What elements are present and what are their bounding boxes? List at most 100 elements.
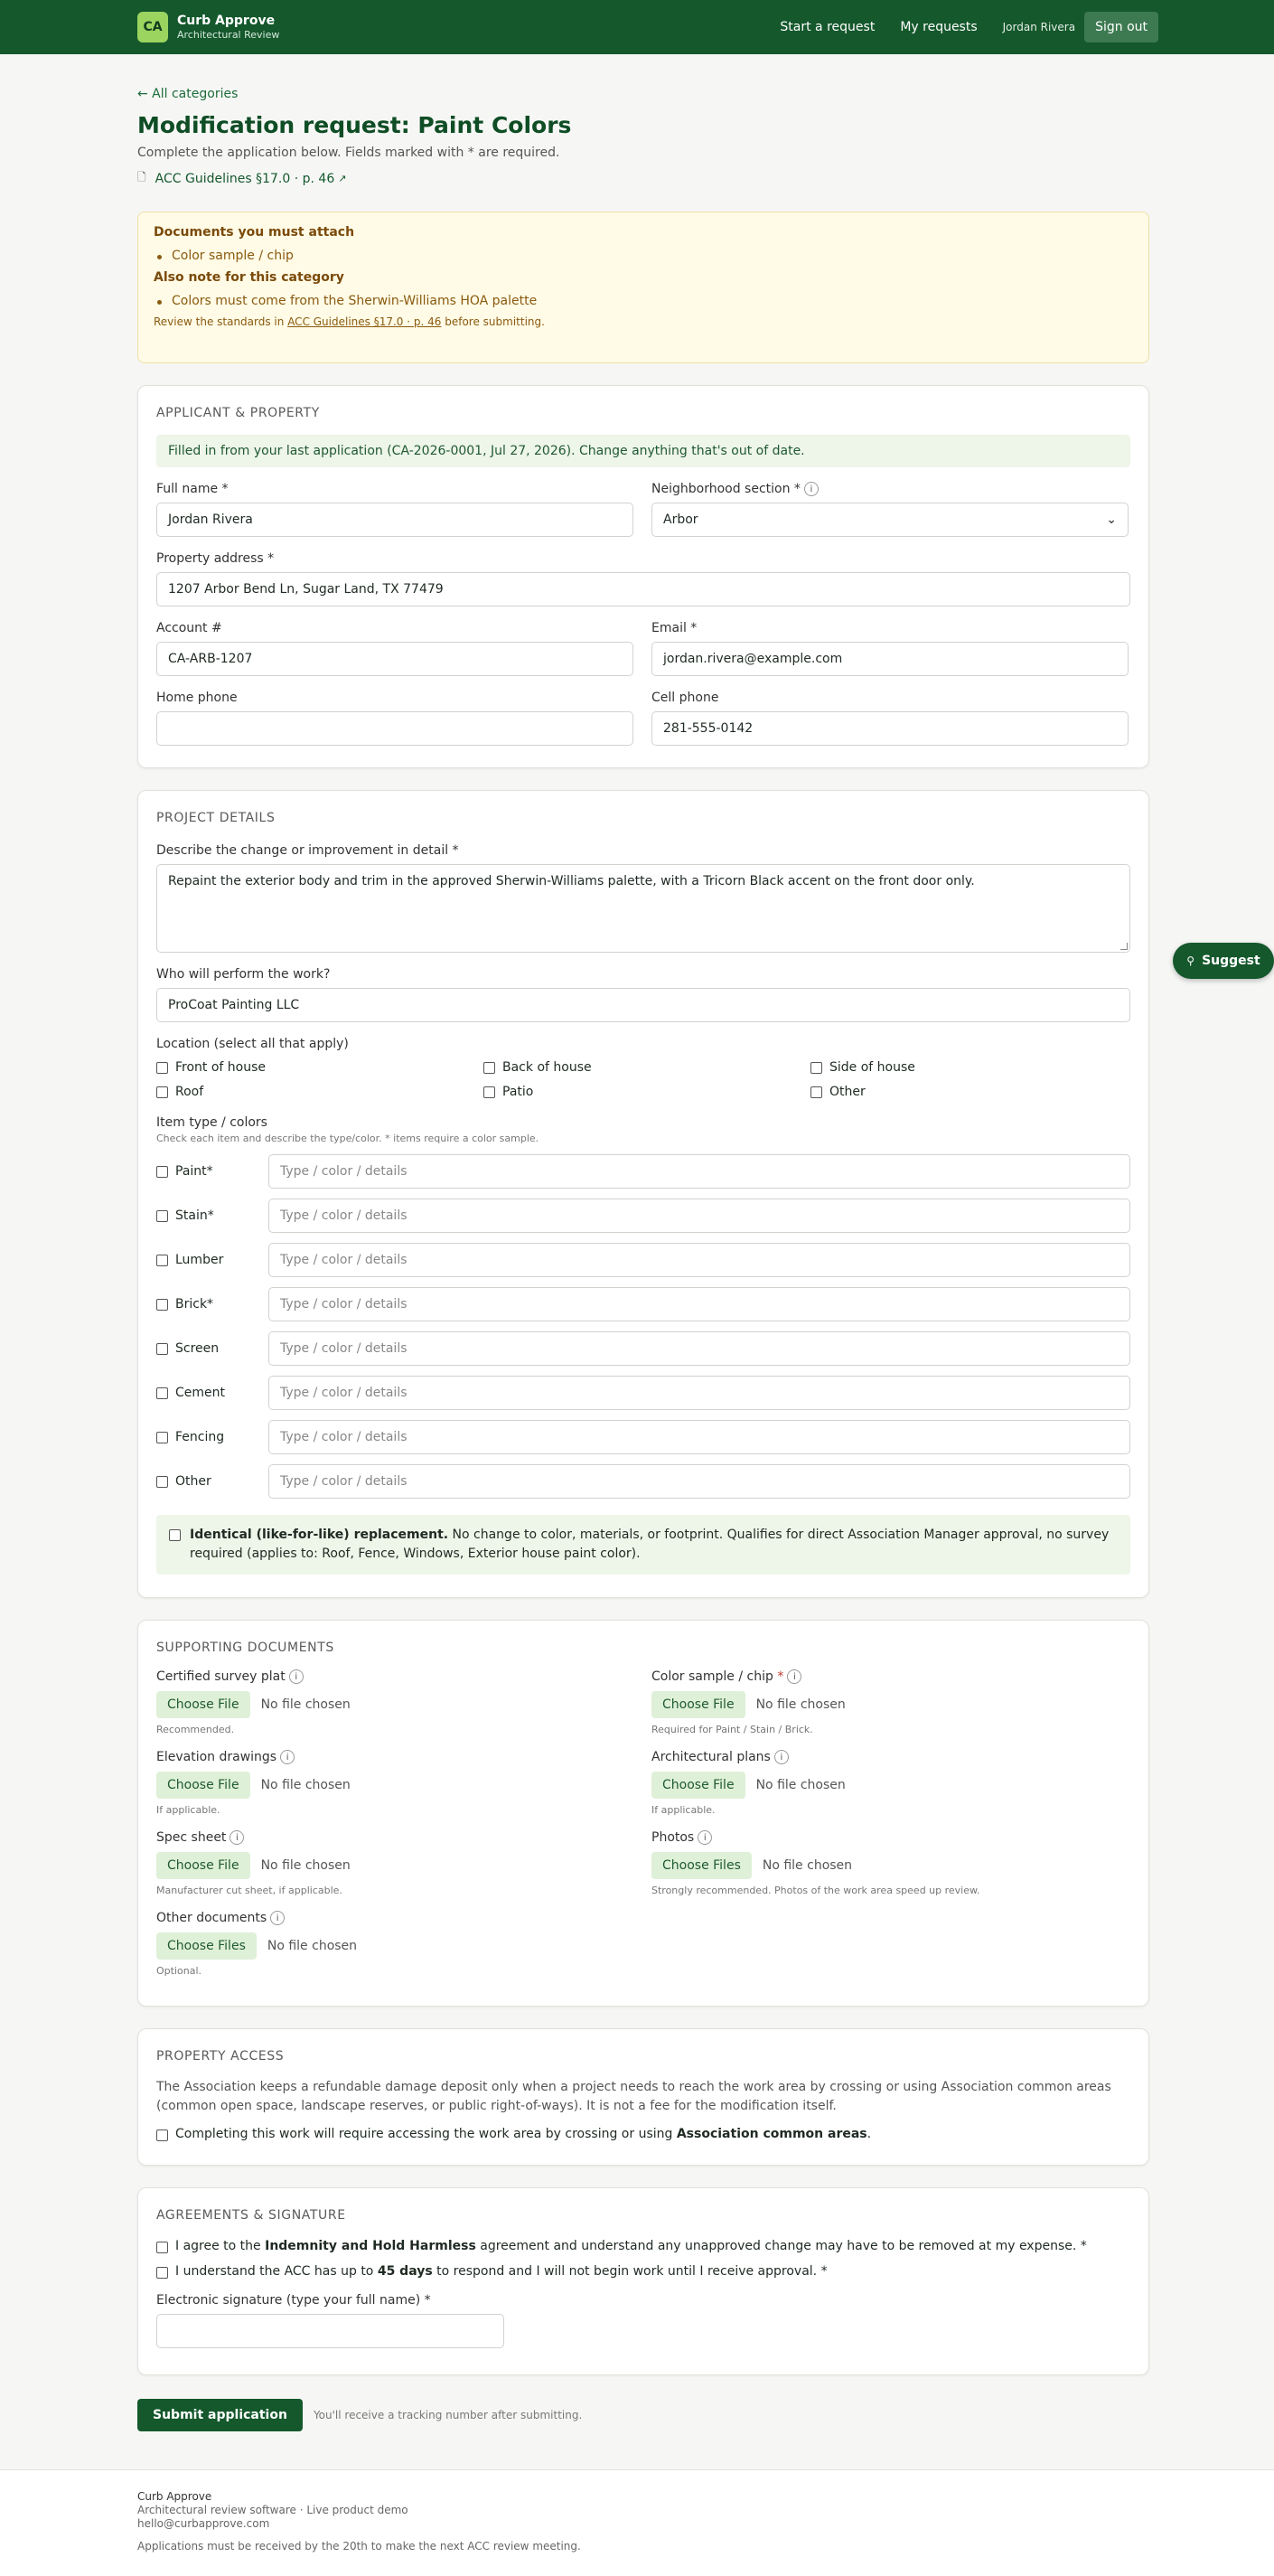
submit-row: Submit application You'll receive a trac…: [137, 2399, 1149, 2431]
info-icon[interactable]: i: [787, 1669, 802, 1684]
field-label: Neighborhood section * i: [651, 482, 1129, 496]
checkbox[interactable]: [156, 1165, 168, 1178]
indemnity-agreement[interactable]: I agree to the Indemnity and Hold Harmle…: [156, 2239, 1130, 2253]
item-details-input[interactable]: Type / color / details: [268, 1154, 1130, 1189]
checkbox[interactable]: [156, 1086, 168, 1098]
info-icon[interactable]: i: [803, 482, 819, 496]
performer-input[interactable]: ProCoat Painting LLC: [156, 988, 1130, 1022]
info-icon[interactable]: i: [280, 1750, 295, 1764]
field-label: Home phone: [156, 691, 238, 705]
location-side[interactable]: Side of house: [810, 1060, 1114, 1075]
item-row-stain: Stain* Type / color / details: [156, 1199, 1130, 1233]
checkbox[interactable]: [483, 1086, 495, 1098]
section-heading: Supporting Documents: [156, 1641, 334, 1655]
upload-color-sample: Color sample / chip * i Choose File No fil…: [651, 1669, 846, 1735]
info-icon[interactable]: i: [773, 1750, 789, 1764]
description-textarea[interactable]: Repaint the exterior body and trim in th…: [156, 864, 1130, 953]
external-link-icon: ↗: [338, 173, 347, 184]
footer: Curb Approve Architectural review softwa…: [0, 2469, 1274, 2576]
signout-button[interactable]: Sign out: [1084, 12, 1158, 42]
field-label: Full name *: [156, 482, 229, 496]
item-details-input[interactable]: Type / color / details: [268, 1287, 1130, 1321]
item-row-fencing: Fencing Type / color / details: [156, 1420, 1130, 1454]
info-icon[interactable]: i: [698, 1830, 713, 1845]
location-patio[interactable]: Patio: [483, 1085, 810, 1099]
footer-brand: Curb Approve: [137, 2490, 212, 2503]
submit-button[interactable]: Submit application: [137, 2399, 303, 2431]
item-row-screen: Screen Type / color / details: [156, 1331, 1130, 1366]
location-roof[interactable]: Roof: [156, 1085, 483, 1099]
checkbox[interactable]: [156, 1298, 168, 1311]
location-front[interactable]: Front of house: [156, 1060, 483, 1075]
section-heading: Applicant & Property: [156, 406, 320, 420]
app-name: Curb Approve: [177, 13, 276, 28]
checkbox[interactable]: [156, 1254, 168, 1266]
neighborhood-section-select[interactable]: Arbor ⌄: [651, 503, 1129, 537]
itemtype-hint: Check each item and describe the type/co…: [156, 1133, 539, 1144]
choose-files-button[interactable]: Choose Files: [651, 1852, 752, 1879]
nav-start-request[interactable]: Start a request: [780, 20, 875, 34]
nav-links: Start a request My requests Jordan River…: [754, 12, 1158, 42]
agreements-section: Agreements & Signature I agree to the In…: [137, 2187, 1149, 2375]
choose-file-button[interactable]: Choose File: [156, 1691, 250, 1718]
info-icon[interactable]: i: [288, 1669, 304, 1684]
checkbox[interactable]: [156, 1431, 168, 1443]
choose-files-button[interactable]: Choose Files: [156, 1932, 257, 1960]
common-area-access-option[interactable]: Completing this work will require access…: [156, 2127, 1130, 2141]
checkbox[interactable]: [156, 1061, 168, 1074]
checkbox[interactable]: [156, 1387, 168, 1399]
home-phone-input[interactable]: [156, 711, 633, 746]
checkbox[interactable]: [810, 1061, 822, 1074]
choose-file-button[interactable]: Choose File: [651, 1691, 745, 1718]
item-details-input[interactable]: Type / color / details: [268, 1420, 1130, 1454]
checkbox[interactable]: [156, 1475, 168, 1488]
choose-file-button[interactable]: Choose File: [156, 1852, 250, 1879]
checkbox[interactable]: [483, 1061, 495, 1074]
choose-file-button[interactable]: Choose File: [156, 1772, 250, 1799]
item-details-input[interactable]: Type / color / details: [268, 1243, 1130, 1277]
upload-elevation-drawings: Elevation drawings i Choose File No file c…: [156, 1750, 351, 1816]
lightbulb-icon: ⚲: [1186, 954, 1195, 967]
field-label: Email *: [651, 621, 698, 635]
back-link[interactable]: ← All categories: [137, 87, 1149, 101]
field-label: Location (select all that apply): [156, 1037, 349, 1051]
checkbox[interactable]: [169, 1529, 181, 1541]
location-back[interactable]: Back of house: [483, 1060, 810, 1075]
item-details-input[interactable]: Type / color / details: [268, 1199, 1130, 1233]
full-name-input[interactable]: Jordan Rivera: [156, 503, 633, 537]
location-other[interactable]: Other: [810, 1085, 1114, 1099]
property-address-input[interactable]: 1207 Arbor Bend Ln, Sugar Land, TX 77479: [156, 572, 1130, 606]
info-icon[interactable]: i: [230, 1830, 245, 1845]
account-number-input[interactable]: CA-ARB-1207: [156, 642, 633, 676]
checkbox[interactable]: [156, 2242, 168, 2253]
upload-survey-plat: Certified survey plat i Choose File No fil…: [156, 1669, 351, 1735]
item-details-input[interactable]: Type / color / details: [268, 1376, 1130, 1410]
applicant-section: Applicant & Property Filled in from your…: [137, 385, 1149, 768]
identical-replacement-option[interactable]: Identical (like-for-like) replacement. N…: [156, 1515, 1130, 1575]
nav-my-requests[interactable]: My requests: [900, 20, 977, 34]
item-details-input[interactable]: Type / color / details: [268, 1464, 1130, 1499]
checkbox[interactable]: [156, 2129, 168, 2141]
email-input[interactable]: jordan.rivera@example.com: [651, 642, 1129, 676]
page-subtitle: Complete the application below. Fields m…: [137, 146, 560, 160]
item-row-brick: Brick* Type / color / details: [156, 1287, 1130, 1321]
response-time-agreement[interactable]: I understand the ACC has up to 45 days t…: [156, 2264, 1130, 2279]
checkbox[interactable]: [156, 2267, 168, 2279]
checkbox[interactable]: [810, 1086, 822, 1098]
footer-email[interactable]: hello@curbapprove.com: [137, 2517, 1274, 2531]
item-details-input[interactable]: Type / color / details: [268, 1331, 1130, 1366]
checkbox[interactable]: [156, 1209, 168, 1222]
signature-input[interactable]: [156, 2314, 504, 2348]
review-note: Review the standards in ACC Guidelines §…: [154, 315, 545, 328]
suggest-button[interactable]: ⚲ Suggest: [1173, 943, 1274, 979]
app-logo[interactable]: CA: [137, 12, 168, 42]
section-heading: Project Details: [156, 811, 276, 825]
review-guideline-link[interactable]: ACC Guidelines §17.0 · p. 46: [287, 315, 441, 328]
checkbox[interactable]: [156, 1342, 168, 1355]
choose-file-button[interactable]: Choose File: [651, 1772, 745, 1799]
item-row-cement: Cement Type / color / details: [156, 1376, 1130, 1410]
guideline-link[interactable]: 🗋 ACC Guidelines §17.0 · p. 46 ↗: [137, 169, 1149, 188]
cell-phone-input[interactable]: 281-555-0142: [651, 711, 1129, 746]
info-icon[interactable]: i: [270, 1911, 286, 1925]
footer-deadline: Applications must be received by the 20t…: [137, 2540, 581, 2552]
